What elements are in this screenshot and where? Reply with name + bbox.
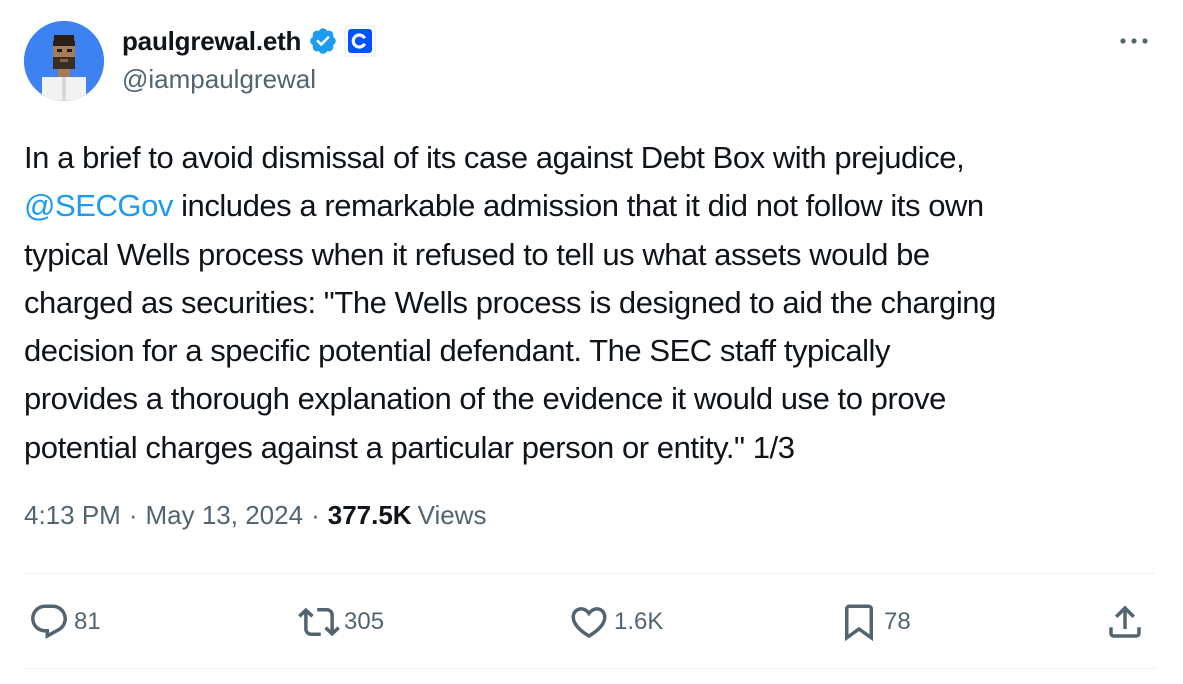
bookmark-button[interactable]: 78	[838, 598, 911, 646]
views-label: Views	[417, 500, 487, 530]
meta-separator: ·	[128, 500, 138, 530]
tweet-text-line: In a brief to avoid dismissal of its cas…	[24, 140, 965, 175]
tweet-text-line: decision for a specific potential defend…	[24, 333, 891, 369]
bookmark-count: 78	[884, 608, 911, 635]
tweet-text-line: charged as securities: "The Wells proces…	[24, 284, 996, 320]
tweet-text-line: provides a thorough explanation of the e…	[24, 381, 946, 417]
tweet-card: paulgrewal.eth @iampaulgrewal In a brief…	[0, 0, 1183, 684]
share-button[interactable]	[1104, 598, 1146, 646]
meta-separator: ·	[311, 500, 320, 530]
tweet-text-line: typical Wells process when it refused to…	[24, 236, 930, 272]
tweet-text-line: @SECGov includes a remarkable admission …	[24, 182, 1164, 230]
reply-button[interactable]: 81	[28, 598, 101, 646]
mention-link[interactable]: @SECGov	[24, 188, 173, 223]
reply-icon	[28, 601, 70, 643]
tweet-text-line: potential charges against a particular p…	[24, 429, 795, 465]
heart-icon	[568, 601, 610, 643]
coinbase-logo-icon[interactable]	[344, 25, 376, 57]
repost-count: 305	[344, 608, 385, 635]
like-count: 1.6K	[614, 608, 664, 635]
author-handle[interactable]: @iampaulgrewal	[122, 64, 316, 95]
verified-badge-icon[interactable]	[308, 26, 338, 56]
tweet-time-link[interactable]: 4:13 PM	[24, 500, 121, 531]
divider	[24, 668, 1156, 669]
pixel-avatar-icon	[24, 21, 104, 101]
tweet-text-fragment: includes a remarkable admission that it …	[172, 188, 984, 224]
repost-icon	[298, 601, 340, 643]
author-name-row: paulgrewal.eth	[122, 24, 376, 58]
repost-button[interactable]: 305	[298, 598, 384, 646]
bookmark-icon	[838, 601, 880, 643]
tweet-text: In a brief to avoid dismissal of its cas…	[24, 134, 1164, 472]
author-display-name[interactable]: paulgrewal.eth	[122, 26, 301, 57]
views-count[interactable]: 377.5K	[328, 500, 412, 531]
tweet-date-link[interactable]: May 13, 2024	[146, 500, 304, 531]
divider	[24, 573, 1156, 574]
tweet-metadata: 4:13 PM · May 13, 2024 · 377.5K Views	[24, 500, 486, 531]
more-options-icon[interactable]	[1112, 26, 1156, 56]
like-button[interactable]: 1.6K	[568, 598, 663, 646]
reply-count: 81	[74, 608, 101, 635]
share-icon	[1104, 601, 1146, 643]
avatar[interactable]	[24, 21, 104, 101]
